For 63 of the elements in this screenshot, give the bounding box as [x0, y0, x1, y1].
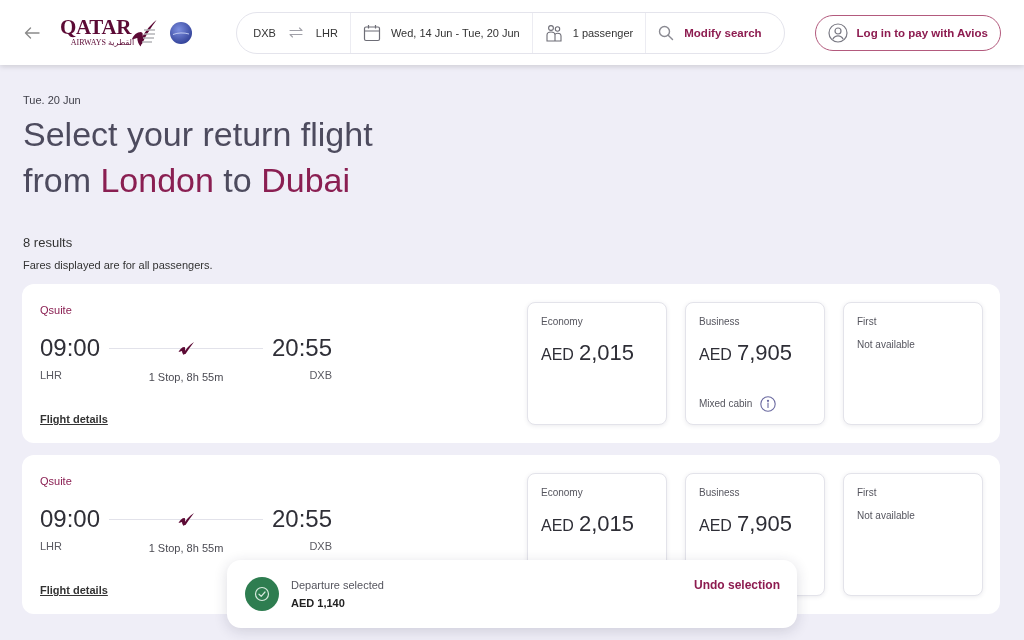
- fare-card[interactable]: First Not available: [843, 302, 983, 425]
- page-heading: Select your return flight from London to Dubai: [23, 114, 374, 201]
- cabin-name: Business: [699, 315, 740, 328]
- toast-title: Departure selected: [291, 578, 384, 593]
- logo-wordmark: QATAR: [60, 18, 132, 37]
- origin-code[interactable]: DXB: [253, 26, 276, 39]
- passenger-count[interactable]: 1 passenger: [572, 26, 634, 39]
- fare-amount: 2,015: [578, 511, 634, 537]
- fares-note: Fares displayed are for all passengers.: [23, 258, 214, 272]
- arrival-airport: DXB: [308, 368, 332, 383]
- arrival-time: 20:55: [271, 505, 332, 533]
- logo-subtitle: AIRWAYS: [70, 38, 107, 47]
- selected-fare-price: AED 1,140: [291, 596, 346, 611]
- currency-code: AED: [699, 516, 732, 536]
- departure-airport: LHR: [40, 368, 63, 383]
- fare-amount: 7,905: [736, 511, 792, 537]
- cabin-name: First: [857, 315, 877, 328]
- swap-arrows-icon[interactable]: [288, 27, 303, 38]
- fare-card[interactable]: Business AED 7,905 Mixed cabin: [685, 302, 825, 425]
- undo-selection-button[interactable]: Undo selection: [694, 577, 780, 593]
- cabin-name: Business: [699, 486, 740, 499]
- departure-time: 09:00: [40, 334, 101, 362]
- currency-code: AED: [541, 516, 574, 536]
- cabin-name: Economy: [541, 486, 583, 499]
- check-circle-icon: [245, 577, 279, 611]
- passengers-icon: [544, 23, 563, 42]
- departure-time: 09:00: [40, 505, 101, 533]
- flight-details-link[interactable]: Flight details: [40, 412, 108, 426]
- unavailable-text: Not available: [857, 509, 915, 522]
- logo-mark-icon: [177, 340, 195, 356]
- results-count: 8 results: [23, 235, 74, 251]
- cabin-name: First: [857, 486, 877, 499]
- product-label: Qsuite: [40, 474, 73, 488]
- stops-duration: 1 Stop, 8h 55m: [147, 370, 225, 384]
- destination-code[interactable]: LHR: [315, 26, 338, 39]
- calendar-icon: [362, 23, 381, 42]
- flight-card[interactable]: Qsuite 09:00 20:55 LHR 1 Stop, 8h 55m DXB Flight details Economy AED 2,015 Business AED 7,905 Mixed cabin First Not available: [22, 284, 1000, 443]
- product-label: Qsuite: [40, 303, 73, 317]
- fare-card[interactable]: Economy AED 2,015: [527, 302, 667, 425]
- date-label: Tue. 20 Jun: [23, 93, 82, 107]
- search-icon: [658, 24, 675, 41]
- arrival-time: 20:55: [271, 334, 332, 362]
- arrival-airport: DXB: [308, 539, 332, 554]
- logo-arabic-text: القطرية: [108, 38, 135, 47]
- cabin-note: Mixed cabin: [699, 397, 753, 411]
- fare-card[interactable]: First Not available: [843, 473, 983, 596]
- unavailable-text: Not available: [857, 338, 915, 351]
- globe-badge-icon: [170, 21, 193, 44]
- departure-airport: LHR: [40, 539, 63, 554]
- currency-code: AED: [699, 345, 732, 365]
- back-arrow-icon: [24, 26, 40, 39]
- user-icon: [827, 22, 848, 43]
- currency-code: AED: [541, 345, 574, 365]
- cabin-name: Economy: [541, 315, 583, 328]
- fare-amount: 7,905: [736, 340, 792, 366]
- info-icon[interactable]: [760, 396, 777, 412]
- flight-details-link[interactable]: Flight details: [40, 583, 108, 597]
- modify-search-button[interactable]: Modify search: [658, 24, 762, 41]
- stops-duration: 1 Stop, 8h 55m: [147, 541, 225, 555]
- fare-amount: 2,015: [578, 340, 634, 366]
- logo-mark-icon: [177, 511, 195, 527]
- back-button[interactable]: [24, 26, 40, 39]
- travel-dates[interactable]: Wed, 14 Jun - Tue, 20 Jun: [390, 26, 520, 39]
